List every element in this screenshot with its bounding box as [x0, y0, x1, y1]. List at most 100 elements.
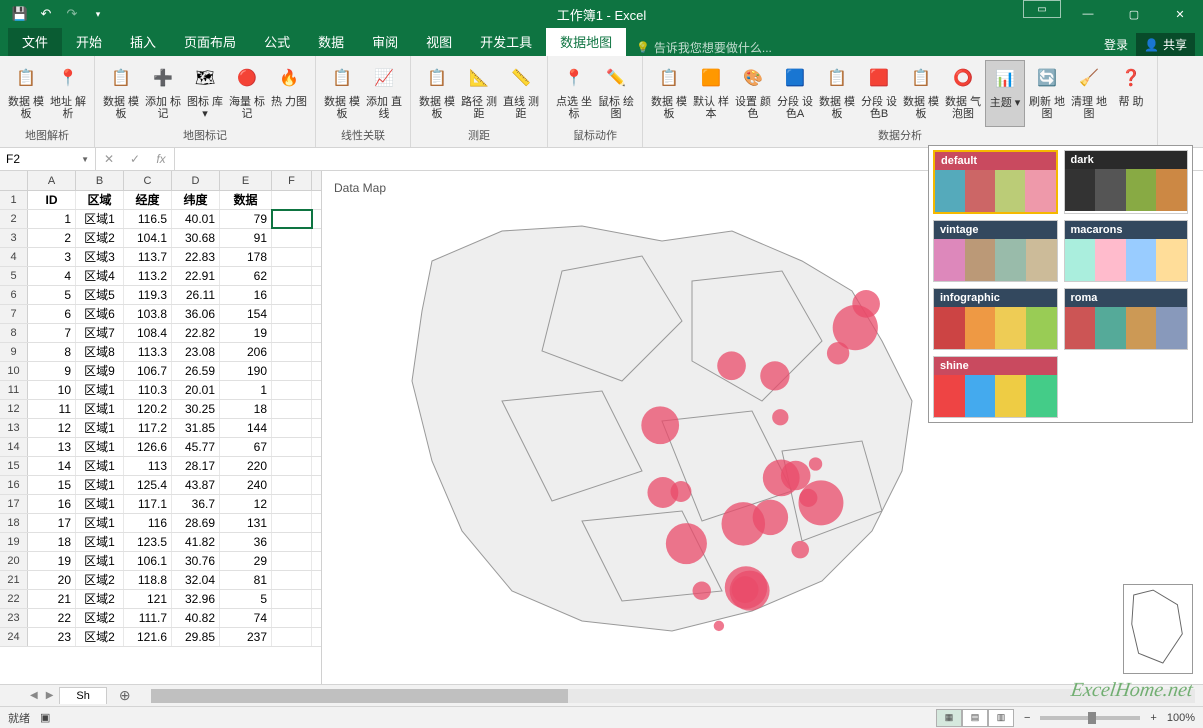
cell[interactable]: 1	[28, 210, 76, 228]
cancel-formula-icon[interactable]: ✕	[96, 152, 122, 166]
map-bubble[interactable]	[641, 406, 679, 444]
cell[interactable]: 区域1	[76, 210, 124, 228]
table-row[interactable]: 1918区域1123.541.8236	[0, 533, 321, 552]
cell[interactable]: 5	[28, 286, 76, 304]
cell[interactable]: 31.85	[172, 419, 220, 437]
cell[interactable]	[272, 495, 312, 513]
table-row[interactable]: 98区域8113.323.08206	[0, 343, 321, 362]
cell[interactable]	[272, 552, 312, 570]
theme-btn[interactable]: 📊主题 ▾	[985, 60, 1025, 127]
cell[interactable]: 22.83	[172, 248, 220, 266]
row-header[interactable]: 15	[0, 457, 28, 475]
cell[interactable]: 178	[220, 248, 272, 266]
table-row[interactable]: 1615区域1125.443.87240	[0, 476, 321, 495]
col-header-a[interactable]: A	[28, 171, 76, 190]
cell[interactable]: 29.85	[172, 628, 220, 646]
cell[interactable]	[272, 590, 312, 608]
table-row[interactable]: 2120区域2118.832.0481	[0, 571, 321, 590]
cell[interactable]: 区域2	[76, 229, 124, 247]
cell[interactable]: 154	[220, 305, 272, 323]
map-bubble[interactable]	[781, 461, 811, 491]
bubble-chart-btn[interactable]: ⭕数据 气泡图	[943, 60, 983, 127]
cell[interactable]: 108.4	[124, 324, 172, 342]
name-box-dropdown-icon[interactable]: ▼	[81, 155, 89, 164]
cell[interactable]: 22.91	[172, 267, 220, 285]
cell[interactable]: 106.7	[124, 362, 172, 380]
cell[interactable]	[272, 457, 312, 475]
cell[interactable]: 116.5	[124, 210, 172, 228]
cell[interactable]: 区域1	[76, 457, 124, 475]
tab-data-map[interactable]: 数据地图	[546, 27, 626, 56]
sheet-nav-next-icon[interactable]: ▶	[44, 690, 56, 701]
ribbon-display-options-icon[interactable]: ▭	[1023, 0, 1061, 18]
row-header[interactable]: 2	[0, 210, 28, 228]
clear-map-btn[interactable]: 🧹清理 地图	[1069, 60, 1109, 127]
cell[interactable]: 区域3	[76, 248, 124, 266]
cell[interactable]: 220	[220, 457, 272, 475]
cell[interactable]: 18	[28, 533, 76, 551]
cell[interactable]: 6	[28, 305, 76, 323]
cell[interactable]: 28.69	[172, 514, 220, 532]
row-header[interactable]: 16	[0, 476, 28, 494]
row-header[interactable]: 17	[0, 495, 28, 513]
cell[interactable]	[272, 229, 312, 247]
icon-lib-btn[interactable]: 🗺图标 库 ▾	[185, 60, 225, 127]
cell[interactable]	[272, 381, 312, 399]
table-row[interactable]: 1514区域111328.17220	[0, 457, 321, 476]
table-row[interactable]: 1716区域1117.136.712	[0, 495, 321, 514]
tell-me-search[interactable]: 告诉我您想要做什么...	[636, 39, 772, 56]
cell[interactable]: 125.4	[124, 476, 172, 494]
cell[interactable]: 18	[220, 400, 272, 418]
cell[interactable]: 123.5	[124, 533, 172, 551]
cell[interactable]: 16	[220, 286, 272, 304]
add-marker-btn[interactable]: ➕添加 标记	[143, 60, 183, 127]
cell[interactable]	[272, 286, 312, 304]
cell[interactable]: 237	[220, 628, 272, 646]
row-header[interactable]: 12	[0, 400, 28, 418]
cell[interactable]	[272, 514, 312, 532]
tab-home[interactable]: 开始	[62, 27, 116, 56]
map-bubble[interactable]	[714, 621, 724, 631]
cell[interactable]: 区域2	[76, 571, 124, 589]
row-header[interactable]: 19	[0, 533, 28, 551]
set-color-btn[interactable]: 🎨设置 颜色	[733, 60, 773, 127]
segment-color-a-btn[interactable]: 🟦分段 设色A	[775, 60, 815, 127]
table-row[interactable]: 54区域4113.222.9162	[0, 267, 321, 286]
undo-icon[interactable]: ↶	[34, 2, 58, 26]
data-template2-btn[interactable]: 📋数据 模板	[101, 60, 141, 127]
theme-shine[interactable]: shine	[933, 356, 1058, 418]
cell[interactable]: 40.82	[172, 609, 220, 627]
cell[interactable]: 19	[28, 552, 76, 570]
cell[interactable]	[272, 210, 312, 228]
table-row[interactable]: 32区域2104.130.6891	[0, 229, 321, 248]
zoom-slider[interactable]	[1040, 716, 1140, 720]
refresh-map-btn[interactable]: 🔄刷新 地图	[1027, 60, 1067, 127]
cell[interactable]: 121	[124, 590, 172, 608]
cell[interactable]: 79	[220, 210, 272, 228]
click-coord-btn[interactable]: 📍点选 坐标	[554, 60, 594, 127]
theme-macarons[interactable]: macarons	[1064, 220, 1189, 282]
theme-infographic[interactable]: infographic	[933, 288, 1058, 350]
dist-template-btn[interactable]: 📋数据 模板	[417, 60, 457, 127]
add-line-btn[interactable]: 📈添加 直线	[364, 60, 404, 127]
fx-icon[interactable]: fx	[148, 152, 174, 166]
cell[interactable]	[272, 324, 312, 342]
col-header-f[interactable]: F	[272, 171, 312, 190]
cell[interactable]: 113.3	[124, 343, 172, 361]
analysis-template-btn[interactable]: 📋数据 模板	[649, 60, 689, 127]
table-row[interactable]: 2019区域1106.130.7629	[0, 552, 321, 571]
cell[interactable]: 8	[28, 343, 76, 361]
cell[interactable]: 区域1	[76, 476, 124, 494]
select-all-corner[interactable]	[0, 171, 28, 190]
row-header[interactable]: 22	[0, 590, 28, 608]
cell[interactable]: 区域1	[76, 514, 124, 532]
cell[interactable]: 106.1	[124, 552, 172, 570]
cell[interactable]	[272, 419, 312, 437]
cell[interactable]: 110.3	[124, 381, 172, 399]
restore-button[interactable]: ▢	[1111, 0, 1157, 28]
cell[interactable]	[272, 191, 312, 209]
map-bubble[interactable]	[666, 523, 707, 564]
normal-view-button[interactable]: ▦	[936, 709, 962, 727]
cell[interactable]: 119.3	[124, 286, 172, 304]
row-header[interactable]: 1	[0, 191, 28, 209]
